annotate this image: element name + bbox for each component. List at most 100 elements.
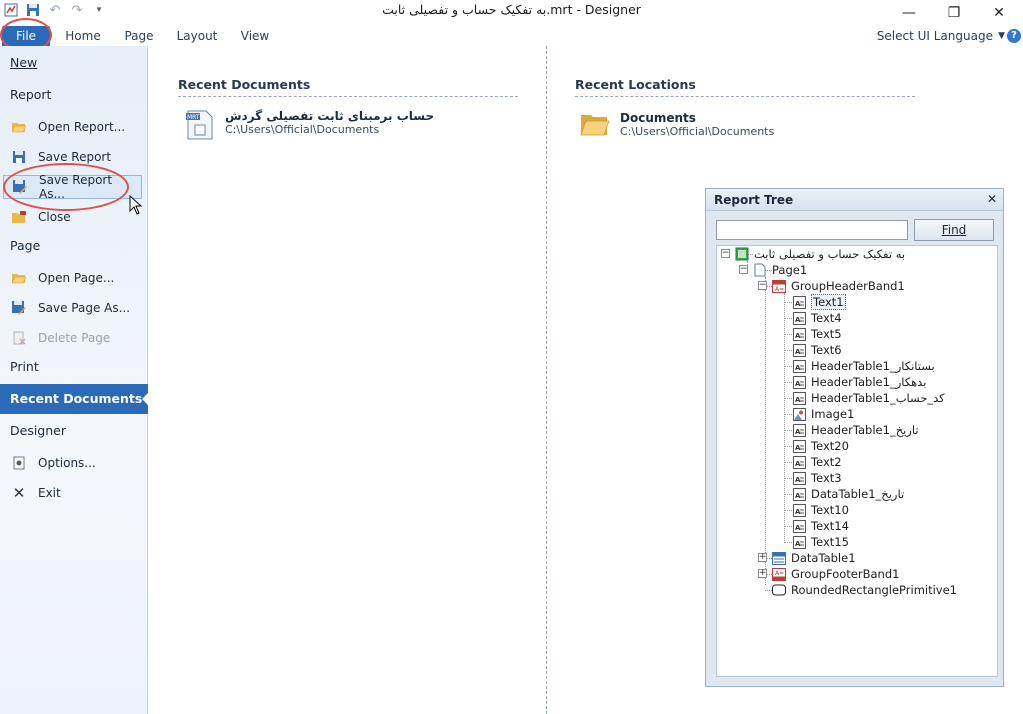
tree-node-label: DataTable1_تاریخ [811, 487, 905, 501]
tree-node-label: GroupFooterBand1 [791, 567, 900, 581]
tree-node-rounded-rectangle[interactable]: RoundedRectanglePrimitive1 [772, 582, 957, 598]
nav-delete-page: Delete Page [3, 326, 142, 350]
report-tree-panel: Report Tree ✕ Find − − − + + به تفکیک حس… [705, 188, 1004, 687]
tree-node-component[interactable]: A Text5 [792, 326, 842, 342]
rounded-rectangle-icon [772, 583, 786, 597]
tree-node-component[interactable]: A HeaderTable1_تاریخ [792, 422, 919, 438]
nav-recent-documents[interactable]: Recent Documents [0, 384, 149, 414]
tree-node-group-header-band[interactable]: A= GroupHeaderBand1 [772, 278, 905, 294]
tree-node-component[interactable]: A Text20 [792, 438, 849, 454]
tab-file[interactable]: File [2, 26, 50, 46]
open-folder-icon [11, 119, 27, 135]
text-component-icon: A [792, 503, 806, 517]
recent-location-name: Documents [620, 111, 696, 125]
tree-node-component[interactable]: A Text6 [792, 342, 842, 358]
nav-options-label: Options... [38, 456, 96, 470]
text-component-icon: A [792, 535, 806, 549]
tree-connector [784, 382, 792, 383]
restore-button[interactable]: ❐ [931, 0, 977, 26]
tree-node-component[interactable]: A Text15 [792, 534, 849, 550]
svg-text:MRT: MRT [187, 114, 200, 121]
minimize-button[interactable]: — [886, 0, 932, 26]
tree-node-component[interactable]: A Text4 [792, 310, 842, 326]
collapse-group-header-toggle[interactable]: − [758, 281, 767, 290]
recent-location-item[interactable]: Documents C:\Users\Official\Documents [580, 111, 774, 140]
tree-node-label: Text4 [811, 311, 842, 325]
nav-save-page-as[interactable]: Save Page As... [3, 296, 142, 320]
page-icon [753, 263, 767, 277]
recent-document-item[interactable]: MRT حساب برمبنای ثابت تفصیلی گردش C:\Use… [185, 109, 434, 144]
svg-text:A=: A= [775, 570, 784, 577]
tree-node-component[interactable]: A HeaderTable1_بدهکار [792, 374, 926, 390]
nav-save-report[interactable]: Save Report [3, 145, 142, 169]
expand-group-footer-toggle[interactable]: + [758, 569, 767, 578]
save-as-icon [12, 179, 28, 195]
text-component-icon: A [792, 375, 806, 389]
tree-node-component[interactable]: A Text3 [792, 470, 842, 486]
text-component-icon: A [792, 311, 806, 325]
tree-node-component[interactable]: A HeaderTable1_کد_حساب [792, 390, 945, 406]
close-button[interactable]: ✕ [976, 0, 1022, 26]
tree-connector [784, 510, 792, 511]
svg-text:A: A [795, 460, 801, 468]
help-icon[interactable]: ? [1007, 29, 1021, 43]
tree-node-component[interactable]: A Text10 [792, 502, 849, 518]
tree-node-report[interactable]: به تفکیک حساب و تفصیلی ثابت [735, 246, 905, 262]
nav-close[interactable]: Close [3, 205, 142, 229]
tab-home[interactable]: Home [62, 26, 104, 46]
nav-save-report-label: Save Report [38, 150, 112, 164]
nav-print[interactable]: Print [10, 359, 39, 374]
svg-text:A: A [795, 348, 801, 356]
tree-node-label: به تفکیک حساب و تفصیلی ثابت [754, 247, 906, 261]
tree-node-label: Text20 [811, 439, 849, 453]
svg-text:A: A [795, 316, 801, 324]
nav-save-report-as[interactable]: Save Report As... [3, 173, 142, 201]
tree-node-component[interactable]: A Text1 [792, 294, 846, 310]
ui-language-selector[interactable]: Select UI Language [877, 26, 993, 46]
find-button[interactable]: Find [914, 219, 994, 241]
nav-open-page[interactable]: Open Page... [3, 266, 142, 290]
tree-node-data-table[interactable]: DataTable1 [772, 550, 856, 566]
close-folder-icon [11, 209, 27, 225]
tree-node-label: Text1 [811, 294, 846, 310]
text-component-icon: A [792, 455, 806, 469]
collapse-root-toggle[interactable]: − [721, 249, 730, 258]
tree-node-component[interactable]: A DataTable1_تاریخ [792, 486, 904, 502]
text-component-icon: A [792, 519, 806, 533]
tree-connector [784, 526, 792, 527]
tree-node-component[interactable]: A Text2 [792, 454, 842, 470]
tree-node-label: RoundedRectanglePrimitive1 [791, 583, 958, 597]
tree-connector [784, 302, 792, 303]
nav-new[interactable]: New [10, 55, 37, 70]
tree-connector [784, 446, 792, 447]
svg-text:A: A [795, 492, 801, 500]
report-tree-search-input[interactable] [716, 220, 908, 240]
nav-exit[interactable]: ✕ Exit [3, 481, 142, 505]
nav-open-report[interactable]: Open Report... [3, 115, 142, 139]
svg-text:A: A [795, 380, 801, 388]
tree-node-group-footer-band[interactable]: A= GroupFooterBand1 [772, 566, 899, 582]
chevron-down-icon[interactable]: ▼ [998, 26, 1005, 46]
tree-node-page1[interactable]: Page1 [753, 262, 807, 278]
text-component-icon: A [792, 295, 806, 309]
text-component-icon: A [792, 343, 806, 357]
text-component-icon: A [792, 327, 806, 341]
close-icon[interactable]: ✕ [987, 192, 997, 206]
tab-page[interactable]: Page [120, 26, 158, 46]
tree-node-component[interactable]: Image1 [792, 406, 854, 422]
tab-layout[interactable]: Layout [175, 26, 219, 46]
nav-page-header: Page [10, 238, 41, 253]
tree-node-label: Text6 [811, 343, 842, 357]
tree-node-label: HeaderTable1_بدهکار [811, 375, 927, 389]
svg-text:A: A [795, 300, 801, 308]
collapse-page1-toggle[interactable]: − [739, 265, 748, 274]
tree-node-component[interactable]: A HeaderTable1_بستانکار [792, 358, 935, 374]
delete-page-icon [11, 330, 27, 346]
window-title: به تفکیک حساب و تفصیلی ثابت.mrt - Design… [382, 2, 641, 17]
tree-node-component[interactable]: A Text14 [792, 518, 849, 534]
nav-options[interactable]: Options... [3, 451, 142, 475]
tab-view[interactable]: View [238, 26, 272, 46]
backstage-nav: New Report Open Report... Save Report Sa… [0, 46, 149, 714]
tree-node-label: HeaderTable1_تاریخ [811, 423, 919, 437]
expand-datatable-toggle[interactable]: + [758, 553, 767, 562]
